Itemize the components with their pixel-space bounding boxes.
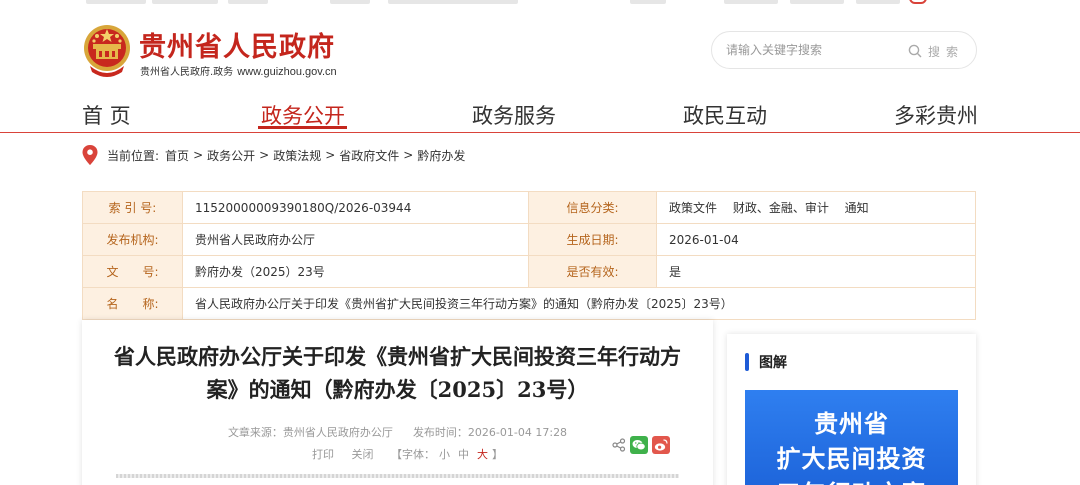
banner-line-2: 扩大民间投资 <box>776 445 927 473</box>
top-link[interactable] <box>330 0 370 4</box>
top-link[interactable] <box>152 0 218 4</box>
font-size-suffix: 】 <box>492 448 503 461</box>
top-link[interactable] <box>228 0 268 4</box>
article-title: 省人民政府办公厅关于印发《贵州省扩大民间投资三年行动方案》的通知（黔府办发〔20… <box>114 344 681 402</box>
breadcrumb-policies[interactable]: 政策法规 <box>273 147 321 164</box>
top-link[interactable] <box>724 0 778 4</box>
table-row: 索 引 号: 11520000009390180Q/2026-03944 信息分… <box>82 191 976 224</box>
banner-line-1: 贵州省 <box>814 410 889 438</box>
close-button[interactable]: 关闭 <box>352 448 374 461</box>
document-metadata-table: 索 引 号: 11520000009390180Q/2026-03944 信息分… <box>82 191 976 320</box>
font-size-prefix: 【字体： <box>391 448 435 461</box>
nav-active-indicator <box>258 126 347 129</box>
share-icon[interactable] <box>612 438 626 452</box>
breadcrumb-government-affairs[interactable]: 政务公开 <box>207 147 255 164</box>
breadcrumb-separator: > <box>403 148 414 162</box>
article-source: 文章来源：贵州省人民政府办公厅 <box>227 426 393 439</box>
search-box: 搜索 <box>711 31 977 69</box>
site-subtitle-text: 贵州省人民政府.政务 <box>140 67 234 78</box>
site-url: www.guizhou.gov.cn <box>237 66 337 78</box>
date-label: 生成日期: <box>528 223 657 256</box>
nav-divider <box>0 132 1080 133</box>
breadcrumb-separator: > <box>259 148 270 162</box>
heading-marker <box>745 353 749 371</box>
sidebar-infographic: 图解 贵州省 扩大民间投资 三年行动方案 <box>727 334 976 485</box>
article-divider <box>116 474 679 478</box>
category-value: 政策文件 财政、金融、审计 通知 <box>656 191 976 224</box>
index-label: 索 引 号: <box>82 191 183 224</box>
breadcrumb-current[interactable]: 黔府办发 <box>417 147 465 164</box>
breadcrumb: 当前位置: 首页 > 政务公开 > 政策法规 > 省政府文件 > 黔府办发 <box>82 145 465 165</box>
search-button[interactable]: 搜索 <box>908 41 964 61</box>
valid-value: 是 <box>656 255 976 288</box>
sidebar-heading-text: 图解 <box>759 355 787 371</box>
share-bar <box>612 436 670 454</box>
top-link[interactable] <box>388 0 518 4</box>
doc-number-value: 黔府办发（2025）23号 <box>182 255 529 288</box>
breadcrumb-prefix: 当前位置: <box>107 148 160 163</box>
table-row: 发布机构: 贵州省人民政府办公厅 生成日期: 2026-01-04 <box>82 223 976 256</box>
doc-name-value: 省人民政府办公厅关于印发《贵州省扩大民间投资三年行动方案》的通知（黔府办发〔20… <box>182 287 976 320</box>
nav-item-interaction[interactable]: 政民互动 <box>683 100 767 130</box>
date-value: 2026-01-04 <box>656 223 976 256</box>
font-size-medium[interactable]: 中 <box>458 448 469 461</box>
top-link[interactable] <box>856 0 900 4</box>
doc-name-label: 名 称: <box>82 287 183 320</box>
doc-number-label: 文 号: <box>82 255 183 288</box>
site-logo[interactable]: 贵州省人民政府 贵州省人民政府.政务 www.guizhou.gov.cn <box>82 21 352 79</box>
article-actions: 打印 关闭 【字体： 小中大】 <box>312 446 503 462</box>
infographic-banner[interactable]: 贵州省 扩大民间投资 三年行动方案 <box>745 390 958 485</box>
top-link[interactable] <box>86 0 146 4</box>
category-label: 信息分类: <box>528 191 657 224</box>
sidebar-heading: 图解 <box>745 352 787 372</box>
main-nav: 首 页 政务公开 政务服务 政民互动 多彩贵州 <box>82 100 978 130</box>
breadcrumb-separator: > <box>325 148 336 162</box>
search-icon <box>908 44 922 58</box>
article-publish-time: 发布时间：2026-01-04 17:28 <box>412 426 568 439</box>
article-card: 省人民政府办公厅关于印发《贵州省扩大民间投资三年行动方案》的通知（黔府办发〔20… <box>82 320 713 485</box>
search-input[interactable] <box>726 40 906 60</box>
top-link[interactable] <box>790 0 844 4</box>
nav-item-home[interactable]: 首 页 <box>82 100 131 130</box>
index-value: 11520000009390180Q/2026-03944 <box>182 191 529 224</box>
accessibility-icon[interactable] <box>909 0 927 4</box>
site-name: 贵州省人民政府 <box>139 32 335 63</box>
valid-label: 是否有效: <box>528 255 657 288</box>
nav-item-guizhou[interactable]: 多彩贵州 <box>894 100 978 130</box>
search-button-label: 搜索 <box>928 44 965 59</box>
location-pin-icon <box>82 145 98 165</box>
table-row: 文 号: 黔府办发（2025）23号 是否有效: 是 <box>82 255 976 288</box>
table-row: 名 称: 省人民政府办公厅关于印发《贵州省扩大民间投资三年行动方案》的通知（黔府… <box>82 287 976 320</box>
breadcrumb-separator: > <box>193 148 204 162</box>
print-button[interactable]: 打印 <box>312 448 334 461</box>
national-emblem-icon <box>84 25 130 77</box>
issuer-value: 贵州省人民政府办公厅 <box>182 223 529 256</box>
top-link[interactable] <box>630 0 666 4</box>
weibo-icon[interactable] <box>652 436 670 454</box>
site-subtitle: 贵州省人民政府.政务 www.guizhou.gov.cn <box>140 63 337 78</box>
font-size-small[interactable]: 小 <box>439 448 450 461</box>
breadcrumb-home[interactable]: 首页 <box>165 147 189 164</box>
font-size-large[interactable]: 大 <box>477 448 488 461</box>
banner-line-3: 三年行动方案 <box>745 474 958 485</box>
wechat-icon[interactable] <box>630 436 648 454</box>
top-utility-bar <box>0 0 1080 6</box>
breadcrumb-provincial-documents[interactable]: 省政府文件 <box>339 147 399 164</box>
nav-item-services[interactable]: 政务服务 <box>472 100 556 130</box>
issuer-label: 发布机构: <box>82 223 183 256</box>
